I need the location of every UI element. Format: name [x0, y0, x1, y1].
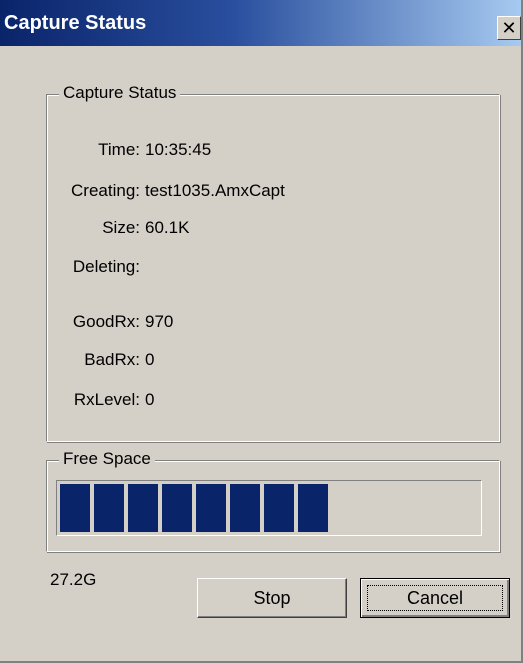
capture-status-dialog: Capture Status ✕ Capture Status Time: 10:…: [0, 0, 523, 663]
progress-block: [196, 484, 226, 532]
field-label: BadRx:: [84, 350, 140, 369]
field-value: test1035.AmxCapt: [145, 181, 285, 200]
capture-status-legend: Capture Status: [59, 83, 181, 103]
cancel-button-label: Cancel: [406, 588, 464, 608]
progress-block: [94, 484, 124, 532]
field-value: 0: [145, 350, 155, 369]
progress-block: [264, 484, 294, 532]
field-value: 970: [145, 312, 174, 331]
window-title: Capture Status: [4, 12, 147, 34]
free-space-value: 27.2G: [50, 570, 97, 589]
close-icon: ✕: [501, 18, 517, 38]
progress-block: [60, 484, 90, 532]
field-label: RxLevel:: [73, 390, 140, 409]
stop-button-label: Stop: [253, 588, 291, 608]
field-label: GoodRx:: [72, 312, 140, 331]
progress-blocks: [60, 484, 328, 532]
progress-block: [128, 484, 158, 532]
field-value: 0: [145, 390, 155, 409]
progress-block: [162, 484, 192, 532]
field-label: Size:: [102, 218, 140, 237]
field-value: 10:35:45: [145, 140, 212, 159]
progress-block: [298, 484, 328, 532]
title-bar[interactable]: Capture Status ✕: [0, 0, 521, 46]
field-label: Creating:: [71, 181, 140, 200]
field-label: Deleting:: [72, 257, 140, 276]
free-space-legend: Free Space: [59, 449, 155, 469]
field-value: 60.1K: [145, 218, 190, 237]
free-space-progress-bar: [56, 480, 482, 536]
cancel-button[interactable]: Cancel: [360, 578, 510, 618]
field-label: Time:: [98, 140, 140, 159]
stop-button[interactable]: Stop: [197, 578, 347, 618]
close-button[interactable]: ✕: [497, 16, 521, 40]
progress-block: [230, 484, 260, 532]
